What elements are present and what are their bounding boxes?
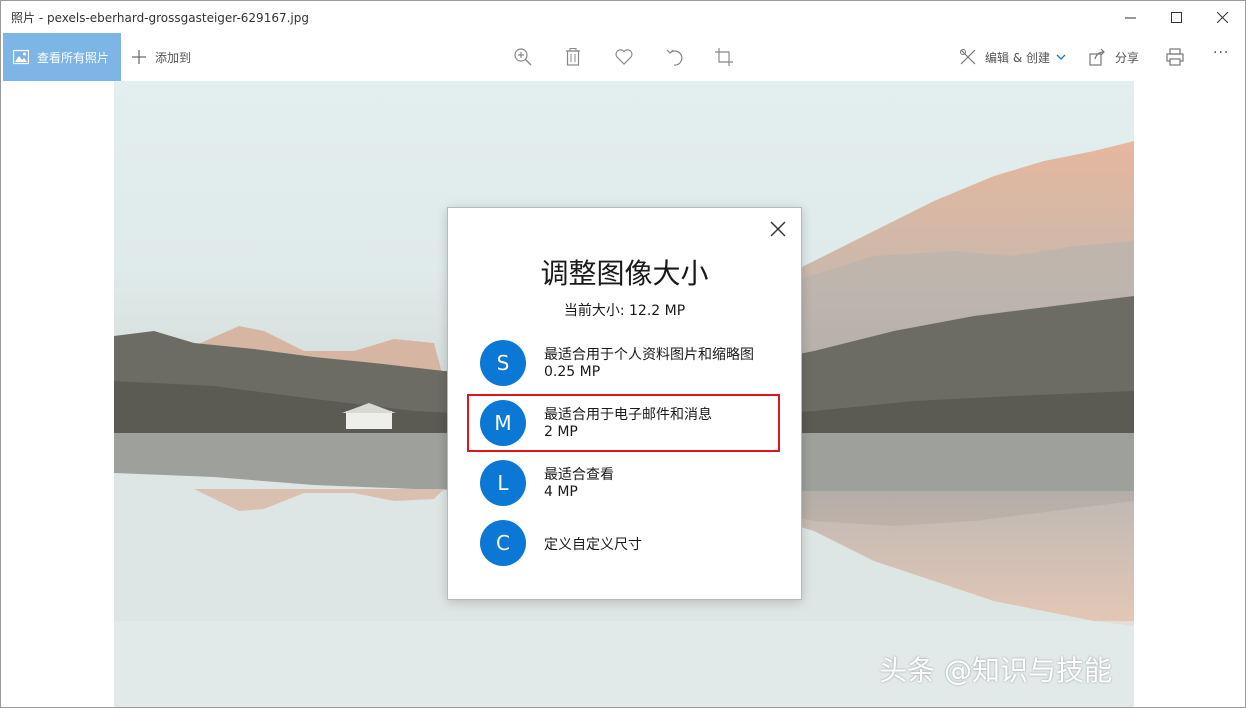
see-all-photos-button[interactable]: 查看所有照片 <box>3 33 121 81</box>
size-option-large[interactable]: L 最适合查看 4 MP <box>480 460 770 510</box>
chevron-down-icon <box>1056 54 1066 60</box>
minimize-icon <box>1124 17 1136 18</box>
size-option-label: 定义自定义尺寸 <box>544 537 642 553</box>
see-all-photos-label: 查看所有照片 <box>37 50 110 65</box>
minimize-button[interactable] <box>1107 1 1153 33</box>
print-button[interactable] <box>1165 47 1185 67</box>
edit-create-button[interactable]: 编辑 & 创建 <box>959 33 1066 81</box>
edit-create-icon <box>960 49 976 65</box>
size-option-size: 0.25 MP <box>544 364 601 380</box>
share-icon <box>1089 48 1105 66</box>
size-option-letter: S <box>480 340 526 386</box>
crop-icon <box>715 48 733 66</box>
close-icon <box>770 221 786 237</box>
image-icon <box>13 49 29 65</box>
zoom-in-icon <box>514 48 532 66</box>
favorite-button[interactable] <box>614 47 634 67</box>
size-option-label: 最适合查看 <box>544 467 614 483</box>
maximize-button[interactable] <box>1153 1 1199 33</box>
size-option-letter: C <box>480 520 526 566</box>
edit-create-label: 编辑 & 创建 <box>985 50 1050 65</box>
more-options-button[interactable]: ··· <box>1213 45 1237 65</box>
rotate-icon <box>666 49 683 66</box>
size-option-size: 4 MP <box>544 484 578 500</box>
close-dialog-button[interactable] <box>769 220 787 238</box>
close-window-button[interactable] <box>1199 1 1245 33</box>
size-option-label: 最适合用于个人资料图片和缩略图 <box>544 347 754 363</box>
watermark-text: 头条 @知识与技能 <box>879 654 1112 687</box>
close-icon <box>1216 11 1228 23</box>
heart-icon <box>615 49 633 65</box>
window-title: 照片 - pexels-eberhard-grossgasteiger-6291… <box>11 11 309 25</box>
selection-highlight-box <box>467 394 780 452</box>
rotate-button[interactable] <box>665 47 685 67</box>
printer-icon <box>1166 48 1184 66</box>
size-option-small[interactable]: S 最适合用于个人资料图片和缩略图 0.25 MP <box>480 340 770 390</box>
toolbar: 查看所有照片 添加到 编辑 & 创建 分享 ··· <box>1 33 1245 81</box>
size-option-letter: L <box>480 460 526 506</box>
share-button[interactable]: 分享 <box>1089 33 1139 81</box>
plus-icon <box>132 50 146 64</box>
maximize-icon <box>1170 11 1182 23</box>
share-label: 分享 <box>1115 50 1140 65</box>
crop-button[interactable] <box>714 47 734 67</box>
trash-icon <box>566 48 580 66</box>
add-to-label: 添加到 <box>155 50 192 65</box>
title-bar: 照片 - pexels-eberhard-grossgasteiger-6291… <box>1 1 1245 33</box>
dialog-title: 调整图像大小 <box>540 257 709 290</box>
photos-app-window: 照片 - pexels-eberhard-grossgasteiger-6291… <box>0 0 1246 708</box>
delete-button[interactable] <box>563 47 583 67</box>
current-size-text: 当前大小: 12.2 MP <box>563 303 686 319</box>
zoom-button[interactable] <box>513 47 533 67</box>
size-option-custom[interactable]: C 定义自定义尺寸 <box>480 520 770 570</box>
add-to-button[interactable]: 添加到 <box>131 33 191 81</box>
